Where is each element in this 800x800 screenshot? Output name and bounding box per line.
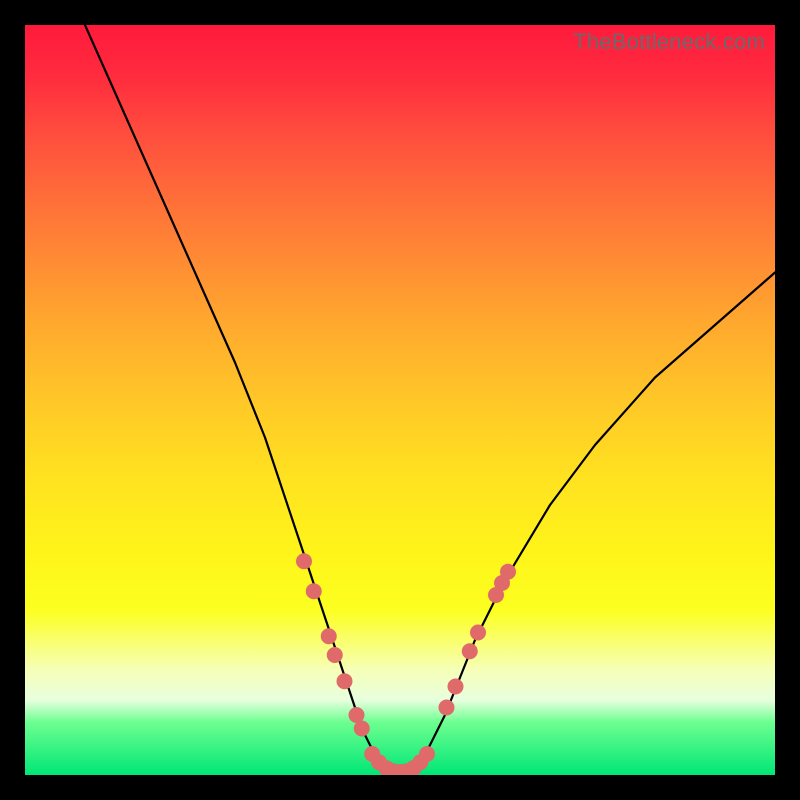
chart-frame: TheBottleneck.com [0, 0, 800, 800]
data-marker [500, 564, 516, 580]
plot-area: TheBottleneck.com [25, 25, 775, 775]
data-marker [470, 625, 486, 641]
data-marker [439, 700, 455, 716]
data-marker [321, 628, 337, 644]
data-marker [306, 583, 322, 599]
data-marker [448, 679, 464, 695]
data-marker [419, 746, 435, 762]
curve-line [85, 25, 775, 772]
data-marker [462, 643, 478, 659]
chart-svg [25, 25, 775, 775]
data-marker [327, 647, 343, 663]
data-marker [296, 553, 312, 569]
data-marker [354, 721, 370, 737]
data-marker [337, 673, 353, 689]
data-markers [296, 553, 516, 775]
